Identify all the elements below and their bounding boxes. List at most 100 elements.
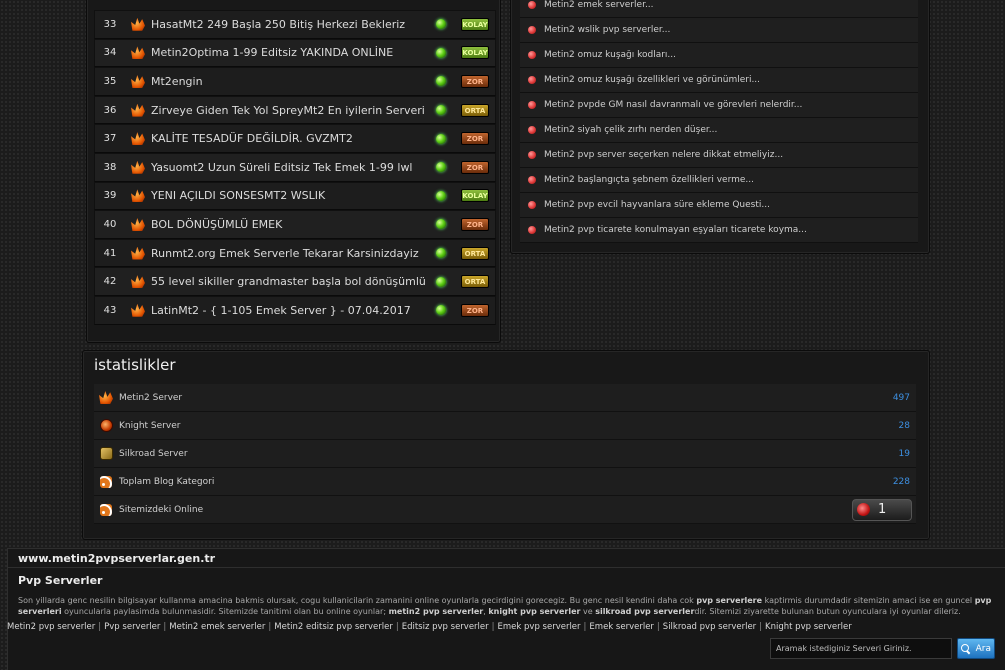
server-name-link[interactable]: 55 level sikiller grandmaster başla bol … — [151, 275, 427, 288]
online-status-icon — [436, 47, 446, 58]
blog-post-link[interactable]: Metin2 omuz kuşağı özellikleri ve görünü… — [544, 75, 760, 85]
online-status — [427, 276, 455, 287]
footer-link[interactable]: Pvp serverler — [104, 622, 160, 632]
stats-label: Toplam Blog Kategori — [119, 476, 215, 487]
blog-post-row[interactable]: Metin2 pvp server seçerken nelere dikkat… — [520, 143, 918, 168]
blog-post-row[interactable]: Metin2 pvp ticarete konulmayan eşyaları … — [520, 218, 918, 243]
stats-value: 28 — [898, 420, 910, 431]
server-row[interactable]: 39 YENI AÇILDI SONSESMT2 WSLIK KOLAY — [94, 181, 496, 211]
server-name-link[interactable]: Zirveye Giden Tek Yol SpreyMt2 En iyiler… — [151, 104, 427, 117]
server-logo — [125, 161, 151, 174]
footer-link[interactable]: Emek pvp serverler — [498, 622, 581, 632]
description-text: ve — [580, 607, 596, 616]
blog-post-row[interactable]: Metin2 pvp evcil hayvanlara süre ekleme … — [520, 193, 918, 218]
online-status-icon — [436, 305, 446, 316]
blog-post-link[interactable]: Metin2 pvp ticarete konulmayan eşyaları … — [544, 225, 807, 235]
footer-link[interactable]: Silkroad pvp serverler — [663, 622, 756, 632]
bullet-icon — [528, 201, 536, 209]
blog-post-link[interactable]: Metin2 emek serverler... — [544, 0, 654, 10]
server-row[interactable]: 36 Zirveye Giden Tek Yol SpreyMt2 En iyil… — [94, 95, 496, 125]
server-list: 33 HasatMt2 249 Başla 250 Bitiş Herkezi B… — [94, 10, 496, 325]
footer-link[interactable]: Metin2 emek serverler — [169, 622, 265, 632]
difficulty-cell: ZOR — [455, 132, 495, 146]
description-text: oyuncularla paylasimda bulunmasidir. Sit… — [61, 607, 389, 616]
difficulty-cell: ORTA — [455, 246, 495, 260]
bullet-icon — [528, 76, 536, 84]
blog-post-link[interactable]: Metin2 pvpde GM nasıl davranmalı ve göre… — [544, 100, 802, 110]
server-name-link[interactable]: Yasuomt2 Uzun Süreli Editsiz Tek Emek 1-… — [151, 161, 427, 174]
search-button[interactable]: Ara — [957, 638, 995, 659]
footer-link[interactable]: Metin2 pvp serverler — [7, 622, 95, 632]
server-row[interactable]: 42 55 level sikiller grandmaster başla bo… — [94, 267, 496, 296]
server-rank: 42 — [103, 276, 117, 288]
server-row[interactable]: 43 LatinMt2 - { 1-105 Emek Server } - 07.… — [94, 295, 496, 325]
server-name-link[interactable]: Runmt2.org Emek Serverle Tekarar Karsini… — [151, 247, 427, 260]
server-rank: 35 — [103, 75, 117, 87]
server-name-link[interactable]: LatinMt2 - { 1-105 Emek Server } - 07.04… — [151, 304, 427, 317]
rss-icon — [100, 503, 112, 516]
difficulty-cell: ZOR — [455, 217, 495, 231]
metin2-icon — [131, 189, 145, 202]
online-status-icon — [436, 105, 446, 116]
blog-post-row[interactable]: Metin2 omuz kuşağı kodları... — [520, 43, 918, 68]
difficulty-cell: KOLAY — [455, 46, 495, 60]
online-status — [427, 105, 455, 116]
server-row[interactable]: 35 Mt2engin ZOR — [94, 67, 496, 96]
search-button-label: Ara — [975, 643, 991, 654]
site-url[interactable]: www.metin2pvpserverlar.gen.tr — [18, 552, 215, 565]
footer-section-title: Pvp Serverler — [18, 574, 103, 587]
server-row[interactable]: 37 KALİTE TESADÜF DEĞİLDİR. GVZMT2 ZOR — [94, 124, 496, 153]
online-status-icon — [436, 19, 446, 30]
server-rank: 34 — [103, 47, 117, 59]
blog-post-row[interactable]: Metin2 pvpde GM nasıl davranmalı ve göre… — [520, 93, 918, 118]
blog-post-row[interactable]: Metin2 wslik pvp serverler... — [520, 18, 918, 43]
blog-post-link[interactable]: Metin2 başlangıçta şebnem özellikleri ve… — [544, 175, 754, 185]
footer-link[interactable]: Knight pvp serverler — [765, 622, 852, 632]
difficulty-cell: ORTA — [455, 103, 495, 117]
silkroad-icon — [99, 447, 113, 460]
blog-post-link[interactable]: Metin2 wslik pvp serverler... — [544, 25, 670, 35]
bullet-icon — [528, 176, 536, 184]
blog-post-row[interactable]: Metin2 emek serverler... — [520, 0, 918, 18]
blog-post-link[interactable]: Metin2 pvp evcil hayvanlara süre ekleme … — [544, 200, 770, 210]
footer-link[interactable]: Metin2 editsiz pvp serverler — [274, 622, 393, 632]
search-input[interactable] — [770, 638, 952, 659]
link-separator: | — [268, 622, 272, 632]
description-keyword: knight pvp serverler — [488, 607, 581, 616]
server-name-link[interactable]: HasatMt2 249 Başla 250 Bitiş Herkezi Bek… — [151, 18, 427, 31]
footer-link[interactable]: Emek serverler — [589, 622, 654, 632]
server-row[interactable]: 38 Yasuomt2 Uzun Süreli Editsiz Tek Emek … — [94, 152, 496, 182]
bullet-icon — [528, 51, 536, 59]
metin2-icon — [131, 75, 145, 88]
blog-post-link[interactable]: Metin2 siyah çelik zırhı nerden düşer... — [544, 125, 717, 135]
server-name-link[interactable]: KALİTE TESADÜF DEĞİLDİR. GVZMT2 — [151, 132, 427, 145]
server-name-link[interactable]: Metin2Optima 1-99 Editsiz YAKINDA ONLİNE — [151, 46, 427, 59]
blog-post-row[interactable]: Metin2 başlangıçta şebnem özellikleri ve… — [520, 168, 918, 193]
server-row[interactable]: 34 Metin2Optima 1-99 Editsiz YAKINDA ONLİ… — [94, 38, 496, 68]
blog-post-row[interactable]: Metin2 omuz kuşağı özellikleri ve görünü… — [520, 68, 918, 93]
online-status — [427, 47, 455, 58]
stats-row: Silkroad Server 19 — [94, 440, 916, 468]
blog-post-link[interactable]: Metin2 pvp server seçerken nelere dikkat… — [544, 150, 783, 160]
difficulty-badge: ORTA — [461, 275, 489, 289]
difficulty-cell: ZOR — [455, 160, 495, 174]
bullet-icon — [528, 26, 536, 34]
blog-post-link[interactable]: Metin2 omuz kuşağı kodları... — [544, 50, 676, 60]
server-rank: 41 — [103, 247, 117, 259]
server-logo — [125, 132, 151, 145]
link-separator: | — [491, 622, 495, 632]
description-keyword: metin2 pvp serverler — [388, 607, 484, 616]
server-name-link[interactable]: BOL DÖNÜŞÜMLÜ EMEK — [151, 218, 427, 231]
server-row[interactable]: 40 BOL DÖNÜŞÜMLÜ EMEK ZOR — [94, 210, 496, 239]
difficulty-cell: ZOR — [455, 74, 495, 88]
server-row[interactable]: 33 HasatMt2 249 Başla 250 Bitiş Herkezi B… — [94, 10, 496, 39]
stats-value: 228 — [892, 476, 910, 487]
online-status — [427, 219, 455, 230]
online-count: 1 — [878, 502, 887, 517]
stats-label: Knight Server — [119, 420, 181, 431]
footer-link[interactable]: Editsiz pvp serverler — [402, 622, 489, 632]
server-name-link[interactable]: Mt2engin — [151, 75, 427, 88]
server-name-link[interactable]: YENI AÇILDI SONSESMT2 WSLIK — [151, 189, 427, 202]
blog-post-row[interactable]: Metin2 siyah çelik zırhı nerden düşer... — [520, 118, 918, 143]
server-row[interactable]: 41 Runmt2.org Emek Serverle Tekarar Karsi… — [94, 238, 496, 268]
